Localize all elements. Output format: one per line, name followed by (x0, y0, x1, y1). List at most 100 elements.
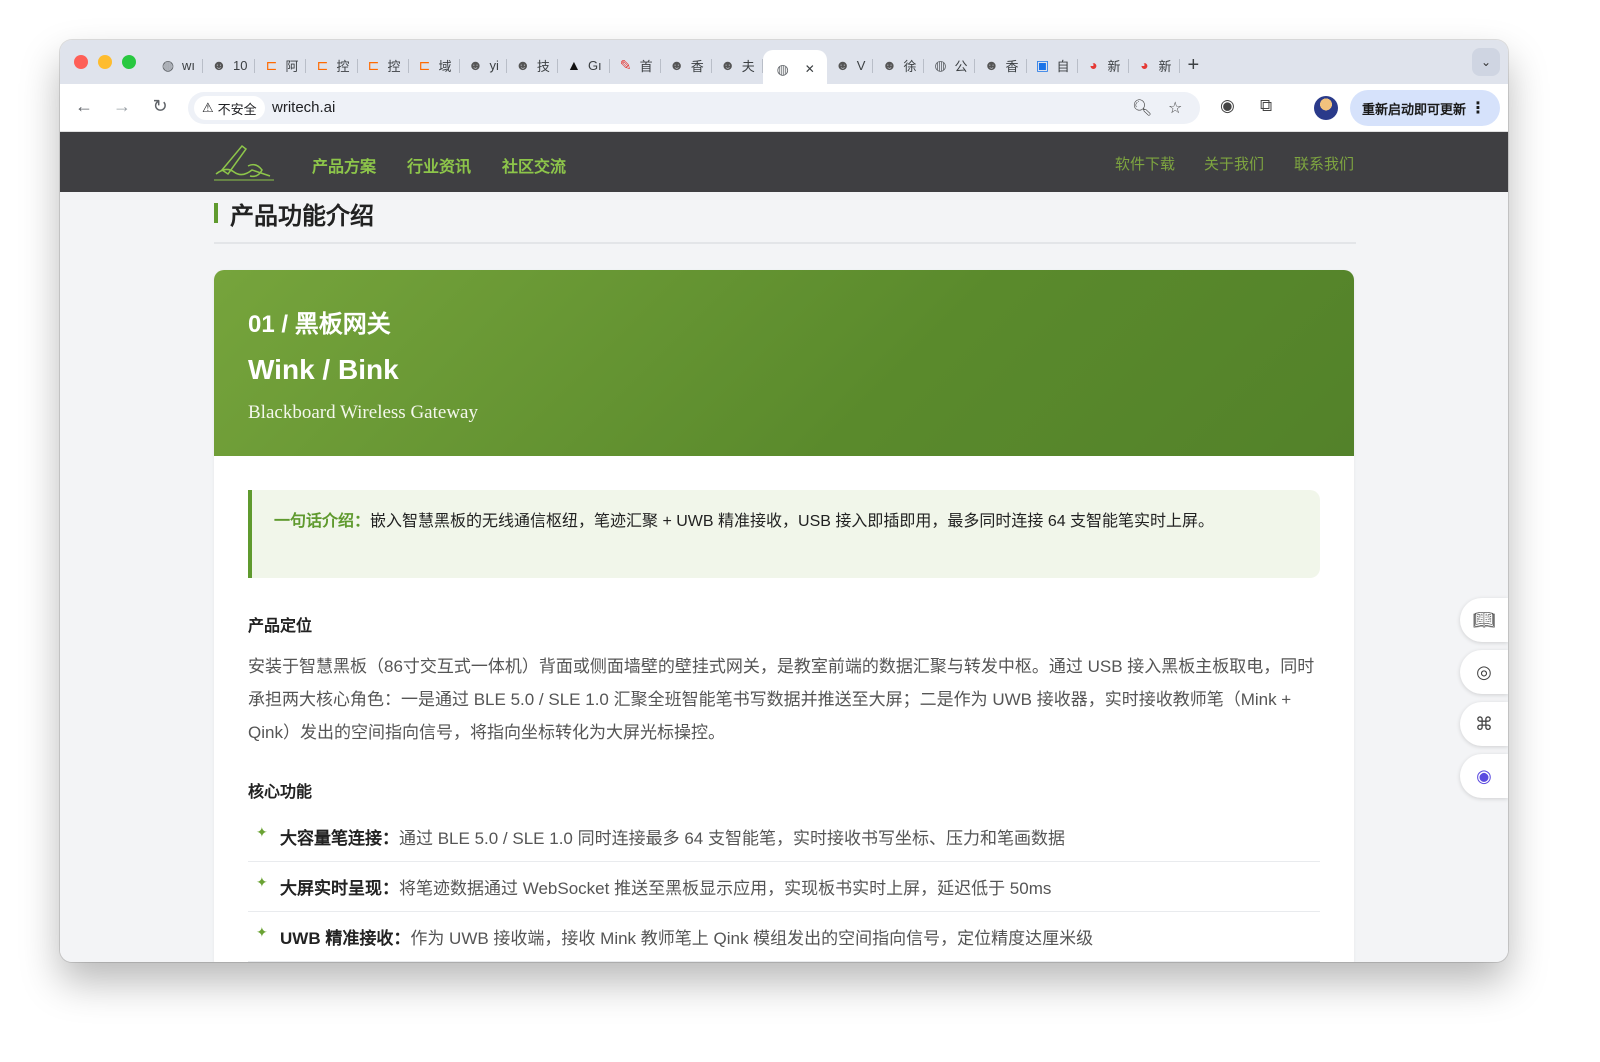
browser-tab[interactable]: ☻ 香 (661, 50, 712, 80)
avatar-icon: ☻ (669, 57, 685, 73)
update-label: 重新启动即可更新 (1362, 101, 1467, 117)
browser-tab[interactable]: ☻ 香 (975, 50, 1027, 80)
feature-desc: 将笔迹数据通过 WebSocket 推送至黑板显示应用，实现板书实时上屏，延迟低… (399, 879, 1052, 898)
feather-icon: ✎ (619, 56, 632, 73)
browser-tab[interactable]: ▲ Gı (558, 50, 610, 80)
browser-tab[interactable]: ◕ 新 (1078, 50, 1129, 80)
browser-tab[interactable]: ☻ 夫 (712, 50, 763, 80)
section-divider (214, 242, 1356, 244)
security-chip[interactable]: ⚠ 不安全 (194, 96, 265, 120)
tab-title: 自 (1056, 58, 1070, 74)
browser-tab[interactable]: ⊏ 控 (358, 50, 409, 80)
broadcast-button[interactable]: ◎ (1460, 650, 1508, 694)
nav-news[interactable]: 行业资讯 (407, 153, 471, 177)
bookmark-star-icon[interactable]: ☆ (1168, 98, 1182, 118)
tab-title: yi (489, 57, 499, 73)
assistant-button[interactable]: ◉ (1460, 754, 1508, 798)
reload-button[interactable]: ↻ (148, 96, 172, 117)
tab-title: Gı (587, 57, 602, 73)
weibo-icon: ◕ (1140, 57, 1149, 73)
intro-label: 一句话介绍： (274, 513, 371, 530)
browser-tab[interactable]: ✎ 首 (610, 50, 661, 80)
insecure-label: 不安全 (217, 101, 257, 117)
url-text[interactable]: writech.ai (272, 99, 335, 116)
tab-title: wı (182, 57, 195, 73)
avatar-icon: ☻ (835, 57, 851, 73)
tab-title: 香 (690, 58, 704, 74)
browser-tab[interactable]: ☻ 技 (507, 50, 558, 80)
site-logo[interactable] (212, 140, 276, 184)
section-title-text: 产品功能介绍 (230, 202, 374, 230)
extensions-icon[interactable]: ⧉ (1260, 96, 1272, 116)
tab-title: 阿 (285, 58, 299, 74)
minimize-window-button[interactable] (98, 55, 112, 69)
browser-tab[interactable]: ☻ 徐 (873, 50, 925, 80)
feature-item: ✦ 大容量笔连接： 通过 BLE 5.0 / SLE 1.0 同时连接最多 64 … (248, 812, 1320, 862)
tab-title: V (856, 57, 866, 73)
browser-tab[interactable]: ▣ 自 (1027, 50, 1078, 80)
browser-tab[interactable]: ◍ wı (152, 50, 203, 80)
menu-dots-icon[interactable]: ⋮ (1470, 98, 1486, 118)
assistant-face-icon: ◉ (1476, 765, 1492, 786)
globe-icon: ◍ (161, 56, 175, 73)
profile-avatar[interactable] (1314, 96, 1338, 120)
forward-button[interactable]: → (110, 96, 134, 117)
apps-icon: ⌘ (1475, 713, 1493, 734)
positioning-heading: 产品定位 (248, 618, 313, 635)
browser-tab[interactable]: ☻ yi (460, 50, 508, 80)
reload-icon: ↻ (152, 96, 168, 116)
section-title: 产品功能介绍 (214, 202, 374, 230)
tab-title: 公 (954, 58, 968, 74)
zoom-window-button[interactable] (122, 55, 136, 69)
positioning-text: 安装于智慧黑板（86寸交互式一体机）背面或侧面墙壁的壁挂式网关，是教室前端的数据… (248, 657, 1315, 742)
zoom-icon[interactable]: 🔍︎ (1132, 98, 1152, 118)
product-number-title: 01 / 黑板网关 (248, 311, 391, 338)
sparkle-icon: ✦ (256, 824, 268, 840)
bracket-icon: ⊏ (418, 56, 431, 73)
sparkle-icon: ✦ (256, 874, 268, 890)
update-button[interactable]: 重新启动即可更新 ⋮ (1350, 90, 1500, 126)
apps-button[interactable]: ⌘ (1460, 702, 1508, 746)
address-bar[interactable]: ⚠ 不安全 writech.ai 🔍︎ ☆ (188, 92, 1200, 124)
arrow-right-icon: → (113, 96, 131, 116)
web-page: 产品方案 行业资讯 社区交流 软件下载 关于我们 联系我们 产品功能介绍 01 … (60, 132, 1508, 962)
nav-download[interactable]: 软件下载 (1115, 153, 1175, 174)
browser-tab[interactable]: ◍ ✕ (762, 50, 827, 88)
reading-mode-button[interactable]: 📖︎ (1460, 598, 1508, 642)
nav-about[interactable]: 关于我们 (1204, 153, 1264, 174)
tab-title: 新 (1158, 58, 1172, 74)
browser-tab[interactable]: ◍ 公 (924, 50, 976, 80)
avatar-icon: ☻ (720, 57, 736, 73)
browser-tab[interactable]: ⊏ 域 (409, 50, 460, 80)
browser-tab[interactable]: ☻ V (827, 50, 874, 80)
avatar-icon: ☻ (211, 57, 227, 73)
sparkle-icon: ✦ (256, 924, 268, 940)
browser-tab[interactable]: ⊏ 控 (306, 50, 358, 80)
tab-list: ◍ wı ☻ 10 ⊏ 阿 ⊏ 控 ⊏ 控 ⊏ 域 ☻ yi ☻ 技 ▲ Gı ✎ 首 ☻ 香 ☻ 夫 ◍ ✕ ☻ V ☻ 徐 ◍ 公 ☻ 香 ▣ 自… (152, 46, 1200, 88)
tab-search-button[interactable]: ⌄ (1472, 48, 1500, 76)
browser-tab[interactable]: ☻ 10 (203, 50, 256, 80)
book-icon: 📖︎ (1472, 609, 1496, 630)
nav-contact[interactable]: 联系我们 (1294, 153, 1354, 174)
nav-products[interactable]: 产品方案 (312, 153, 376, 177)
browser-window: ◍ wı ☻ 10 ⊏ 阿 ⊏ 控 ⊏ 控 ⊏ 域 ☻ yi ☻ 技 ▲ Gı ✎ 首 ☻ 香 ☻ 夫 ◍ ✕ ☻ V ☻ 徐 ◍ 公 ☻ 香 ▣ 自… (60, 40, 1508, 962)
back-button[interactable]: ← (72, 96, 96, 117)
close-window-button[interactable] (74, 55, 88, 69)
avatar-icon: ☻ (882, 57, 897, 73)
assistant-extension-icon[interactable]: ◉ (1220, 96, 1235, 116)
nav-community[interactable]: 社区交流 (502, 153, 566, 177)
avatar-icon: ☻ (468, 57, 483, 73)
feature-desc: 作为 UWB 接收端，接收 Mink 教师笔上 Qink 模组发出的空间指向信号… (410, 929, 1094, 948)
feature-item: ✦ 大屏实时呈现： 将笔迹数据通过 WebSocket 推送至黑板显示应用，实现板… (248, 862, 1320, 912)
avatar-icon: ☻ (984, 57, 999, 73)
close-tab-icon[interactable]: ✕ (805, 62, 815, 76)
bracket-icon: ⊏ (367, 56, 380, 73)
feature-desc: 通过 BLE 5.0 / SLE 1.0 同时连接最多 64 支智能笔，实时接收… (399, 829, 1065, 848)
new-tab-button[interactable]: + (1188, 54, 1200, 77)
chevron-down-icon: ⌄ (1480, 55, 1492, 69)
site-nav: 产品方案 行业资讯 社区交流 软件下载 关于我们 联系我们 (60, 132, 1508, 192)
tab-title: 首 (639, 58, 653, 74)
browser-tab[interactable]: ⊏ 阿 (255, 50, 307, 80)
tab-title: 夫 (741, 58, 755, 74)
browser-tab[interactable]: ◕ 新 (1129, 50, 1180, 80)
